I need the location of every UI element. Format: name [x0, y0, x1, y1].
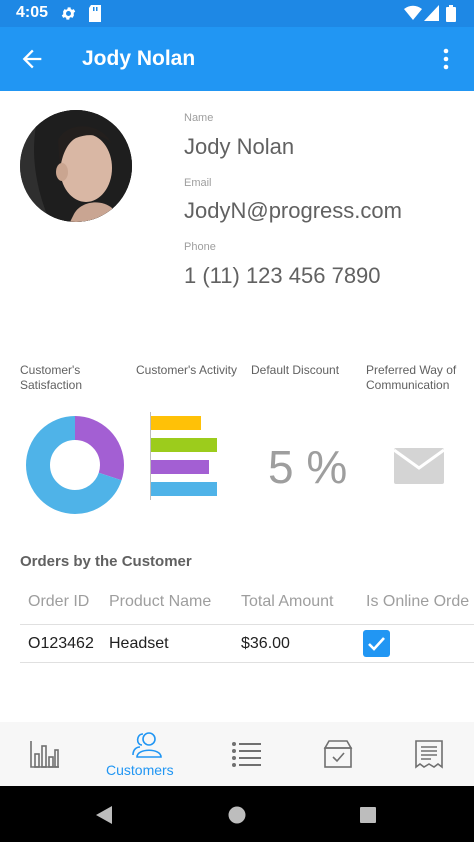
- satisfaction-donut-chart: [26, 416, 124, 514]
- name-label: Name: [184, 112, 214, 124]
- back-triangle-icon[interactable]: [96, 806, 112, 824]
- activity-bar-3: [151, 482, 217, 496]
- box-check-icon: [323, 740, 353, 768]
- activity-bar-0: [151, 416, 201, 430]
- communication-label: Preferred Way of Communication: [366, 363, 456, 393]
- email-label: Email: [184, 177, 212, 189]
- app-bar: Jody Nolan: [0, 27, 474, 91]
- discount-label: Default Discount: [251, 363, 340, 377]
- sd-card-icon: [88, 5, 102, 27]
- activity-bar-2: [151, 460, 209, 474]
- cell-order-id: O123462: [28, 635, 94, 652]
- cell-product: Headset: [109, 635, 169, 652]
- column-header-product-name[interactable]: Product Name: [109, 593, 211, 611]
- communication-label-line-2: Communication: [366, 378, 450, 392]
- receipt-icon: [415, 740, 443, 769]
- system-nav-bar: [0, 786, 474, 842]
- bottom-nav: Customers: [0, 722, 474, 786]
- column-header-total-amount[interactable]: Total Amount: [241, 593, 334, 611]
- wifi-icon: [404, 5, 422, 26]
- bar-chart-icon: [30, 741, 59, 768]
- is-online-checkbox[interactable]: [363, 630, 390, 657]
- nav-item-dashboard[interactable]: [0, 722, 90, 786]
- nav-item-customers[interactable]: Customers: [96, 722, 196, 786]
- signal-icon: [424, 5, 439, 26]
- column-header-is-online[interactable]: Is Online Orde: [366, 593, 469, 610]
- status-bar: 4:05: [0, 0, 474, 27]
- nav-item-products[interactable]: [292, 722, 382, 786]
- satisfaction-label-line-1: Customer's: [20, 363, 81, 377]
- nav-item-orders[interactable]: [384, 722, 474, 786]
- grid-header-divider: [20, 624, 474, 625]
- activity-label: Customer's Activity: [136, 363, 237, 377]
- communication-label-line-1: Preferred Way of: [366, 363, 457, 377]
- avatar: [20, 110, 132, 222]
- status-time: 4:05: [16, 4, 49, 21]
- arrow-back-icon[interactable]: [18, 45, 46, 73]
- activity-bar-chart: [150, 412, 217, 500]
- nav-item-list[interactable]: [200, 722, 290, 786]
- column-header-order-id[interactable]: Order ID: [28, 593, 89, 611]
- phone-label: Phone: [184, 241, 216, 253]
- grid-row-divider: [20, 662, 474, 663]
- column-header-is-online-wrapper: Is Online Orde: [366, 593, 474, 611]
- envelope-icon[interactable]: [393, 448, 445, 489]
- check-icon: [368, 637, 385, 651]
- satisfaction-label: Customer's Satisfaction: [20, 363, 82, 393]
- nav-label-customers: Customers: [106, 762, 174, 778]
- orders-section-title: Orders by the Customer: [20, 553, 192, 570]
- page-title: Jody Nolan: [82, 47, 196, 70]
- more-vert-icon[interactable]: [436, 47, 456, 71]
- activity-bar-1: [151, 438, 217, 452]
- customers-icon: [132, 732, 162, 758]
- satisfaction-label-line-2: Satisfaction: [20, 378, 83, 392]
- phone-value: 1 (11) 123 456 7890: [184, 263, 381, 288]
- activity-axis: [150, 412, 151, 500]
- cell-amount: $36.00: [241, 635, 290, 652]
- discount-value: 5 %: [268, 441, 348, 493]
- home-circle-icon[interactable]: [228, 806, 246, 824]
- battery-icon: [446, 5, 456, 27]
- email-value: JodyN@progress.com: [184, 198, 402, 223]
- recents-square-icon[interactable]: [360, 807, 376, 823]
- name-value: Jody Nolan: [184, 134, 295, 159]
- gear-icon: [60, 5, 77, 27]
- list-icon: [232, 742, 261, 767]
